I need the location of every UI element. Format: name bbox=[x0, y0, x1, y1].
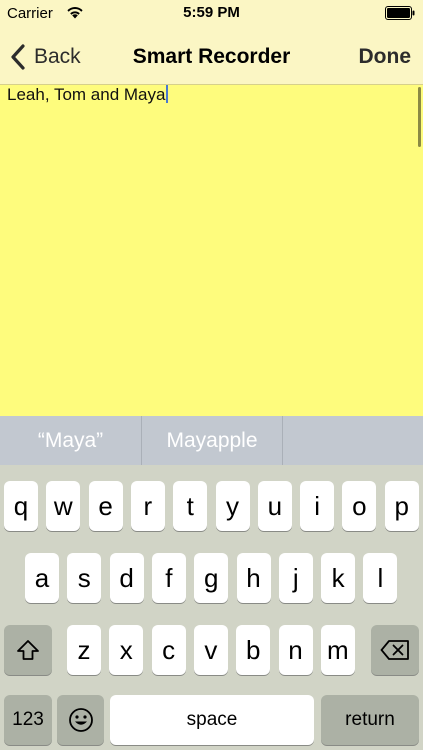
note-editor[interactable]: Leah, Tom and Maya bbox=[0, 85, 423, 416]
numbers-key[interactable]: 123 bbox=[4, 695, 52, 745]
suggestion-1[interactable]: “Maya” bbox=[0, 416, 141, 465]
key-n[interactable]: n bbox=[278, 625, 313, 675]
navigation-bar: Back Smart Recorder Done bbox=[0, 28, 423, 84]
key-d[interactable]: d bbox=[109, 553, 144, 603]
status-bar: Carrier 5:59 PM bbox=[0, 0, 423, 28]
emoji-key[interactable] bbox=[57, 695, 104, 745]
back-label: Back bbox=[34, 45, 81, 68]
key-z[interactable]: z bbox=[67, 625, 101, 675]
key-g[interactable]: g bbox=[194, 553, 229, 603]
keyboard: 123 space return qwertyuiop asdfghjkl zxcv… bbox=[0, 465, 423, 750]
key-c[interactable]: c bbox=[151, 625, 186, 675]
back-button[interactable]: Back bbox=[10, 42, 81, 72]
key-r[interactable]: r bbox=[130, 481, 165, 531]
text-caret bbox=[166, 85, 169, 103]
note-text[interactable]: Leah, Tom and Maya bbox=[7, 85, 169, 105]
note-text-content: Leah, Tom and Maya bbox=[7, 85, 166, 104]
done-button[interactable]: Done bbox=[359, 45, 412, 69]
key-k[interactable]: k bbox=[321, 553, 356, 603]
key-u[interactable]: u bbox=[257, 481, 292, 531]
emoji-icon bbox=[68, 708, 93, 732]
key-p[interactable]: p bbox=[384, 481, 419, 531]
battery-icon bbox=[385, 6, 415, 20]
key-h[interactable]: h bbox=[236, 553, 271, 603]
delete-icon bbox=[380, 640, 409, 660]
status-time: 5:59 PM bbox=[183, 4, 240, 21]
key-e[interactable]: e bbox=[88, 481, 123, 531]
key-y[interactable]: y bbox=[215, 481, 250, 531]
space-key[interactable]: space bbox=[110, 695, 314, 745]
key-x[interactable]: x bbox=[109, 625, 144, 675]
key-l[interactable]: l bbox=[363, 553, 398, 603]
top-bar: Carrier 5:59 PM Back Smart Recorder Done bbox=[0, 0, 423, 85]
shift-key[interactable] bbox=[4, 625, 52, 675]
chevron-left-icon bbox=[11, 44, 25, 70]
suggestion-3[interactable] bbox=[282, 416, 423, 465]
key-a[interactable]: a bbox=[25, 553, 59, 603]
key-f[interactable]: f bbox=[151, 553, 186, 603]
key-t[interactable]: t bbox=[173, 481, 208, 531]
key-j[interactable]: j bbox=[278, 553, 313, 603]
key-m[interactable]: m bbox=[320, 625, 355, 675]
key-v[interactable]: v bbox=[193, 625, 228, 675]
return-key[interactable]: return bbox=[321, 695, 419, 745]
scroll-indicator[interactable] bbox=[418, 87, 421, 147]
shift-icon bbox=[17, 640, 39, 660]
key-b[interactable]: b bbox=[236, 625, 271, 675]
key-i[interactable]: i bbox=[300, 481, 335, 531]
delete-key[interactable] bbox=[371, 625, 419, 675]
suggestion-bar: “Maya” Mayapple bbox=[0, 416, 423, 465]
key-w[interactable]: w bbox=[46, 481, 81, 531]
suggestion-2[interactable]: Mayapple bbox=[141, 416, 282, 465]
key-q[interactable]: q bbox=[4, 481, 38, 531]
key-o[interactable]: o bbox=[342, 481, 377, 531]
key-s[interactable]: s bbox=[67, 553, 102, 603]
